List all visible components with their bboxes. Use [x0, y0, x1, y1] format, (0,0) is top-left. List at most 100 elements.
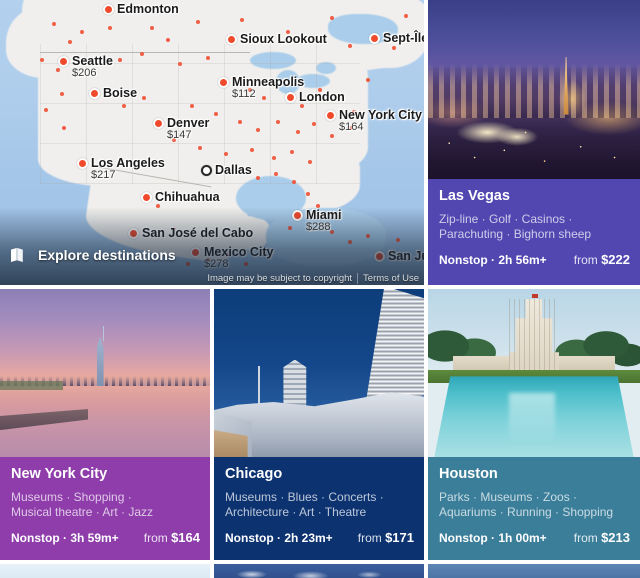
- row-3-partial: [0, 564, 640, 578]
- city-labels: New York City $164: [339, 109, 422, 133]
- city-pin-icon: [89, 88, 100, 99]
- destination-card-chicago[interactable]: Chicago Museums · Blues · Concerts · Arc…: [214, 289, 424, 560]
- map-dot: [366, 234, 370, 238]
- card-price-from-label: from: [573, 531, 598, 545]
- card-tags-line-1: Zip-line · Golf · Casinos ·: [439, 212, 573, 226]
- card-tags: Museums · Shopping · Musical theatre · A…: [11, 490, 200, 520]
- city-pin-icon: [58, 56, 69, 67]
- map-dot: [330, 16, 334, 20]
- city-name: Chihuahua: [155, 190, 220, 204]
- destination-card-new-york-city[interactable]: New York City Museums · Shopping · Music…: [0, 289, 210, 560]
- flight-destination-map[interactable]: Edmonton Sioux Lookout Sept-Île Seattle $206…: [0, 0, 424, 285]
- city-pin-icon: [128, 228, 139, 239]
- map-city-marker[interactable]: London: [285, 91, 345, 103]
- map-city-marker[interactable]: Sioux Lookout: [226, 33, 327, 45]
- card-stops: Nonstop · 1h 00m+: [439, 531, 547, 545]
- destination-card-las-vegas[interactable]: Las Vegas Zip-line · Golf · Casinos · Pa…: [428, 0, 640, 285]
- city-name: Boise: [103, 86, 138, 100]
- map-dot: [256, 176, 260, 180]
- map-origin-marker[interactable]: Dallas: [201, 164, 252, 176]
- explore-destinations-button[interactable]: Explore destinations: [10, 247, 176, 263]
- map-dot: [256, 128, 260, 132]
- map-city-marker[interactable]: Seattle $206: [58, 55, 113, 79]
- card-fare-row: Nonstop · 1h 00m+ from $213: [439, 530, 630, 545]
- city-name: Denver: [167, 116, 210, 130]
- card-tags-line-2: Aquariums · Running · Shopping: [439, 505, 614, 519]
- card-tags-line-2: Architecture · Art · Theatre: [225, 505, 367, 519]
- city-pin-icon: [141, 192, 152, 203]
- city-price: $147: [167, 129, 192, 141]
- map-city-marker[interactable]: Boise: [89, 87, 137, 99]
- map-city-marker[interactable]: Chihuahua: [141, 191, 220, 203]
- city-pin-icon: [153, 118, 164, 129]
- map-city-marker[interactable]: Los Angeles $217: [77, 157, 165, 181]
- city-labels: Seattle $206: [72, 55, 113, 79]
- map-dot: [300, 104, 304, 108]
- card-price-amount: $164: [171, 530, 200, 545]
- card-price: from $164: [144, 530, 200, 545]
- card-price: from $171: [358, 530, 414, 545]
- city-labels: Miami $288: [306, 209, 341, 233]
- map-city-marker[interactable]: Edmonton: [103, 3, 179, 15]
- photo-spire: [102, 325, 105, 342]
- map-dot: [118, 58, 122, 62]
- map-dot: [166, 38, 170, 42]
- card-tags-line-1: Parks · Museums · Zoos ·: [439, 490, 578, 504]
- map-dot: [290, 150, 294, 154]
- map-dot: [272, 156, 276, 160]
- map-dot: [306, 192, 310, 196]
- photo-flag: [531, 294, 538, 299]
- map-city-marker[interactable]: Sept-Île: [369, 32, 424, 44]
- city-price: $217: [91, 169, 116, 181]
- city-pin-icon: [292, 210, 303, 221]
- card-price-amount: $222: [601, 252, 630, 267]
- map-city-marker[interactable]: Mexico City $278: [190, 246, 273, 270]
- map-dot: [348, 44, 352, 48]
- card-photo-las-vegas: [428, 0, 640, 179]
- map-city-marker[interactable]: San José del Cabo: [128, 227, 253, 239]
- map-city-marker[interactable]: Miami $288: [292, 209, 341, 233]
- card-tags-line-2: Parachuting · Bighorn sheep: [439, 227, 592, 241]
- card-caption: Houston Parks · Museums · Zoos · Aquariu…: [428, 457, 640, 554]
- city-name: New York City: [339, 108, 422, 122]
- city-name: Edmonton: [117, 2, 179, 16]
- card-stops: Nonstop · 3h 59m+: [11, 531, 119, 545]
- destination-card-houston[interactable]: Houston Parks · Museums · Zoos · Aquariu…: [428, 289, 640, 560]
- city-pin-icon: [374, 251, 385, 262]
- card-photo-houston: [428, 289, 640, 457]
- terms-of-use-link[interactable]: Terms of Use: [358, 272, 424, 285]
- map-dot: [68, 40, 72, 44]
- map-icon: [10, 247, 27, 263]
- map-credit: Image may be subject to copyright Terms …: [202, 272, 424, 285]
- copyright-notice: Image may be subject to copyright: [207, 273, 353, 284]
- city-labels: Chihuahua: [155, 190, 220, 204]
- map-dot: [62, 126, 66, 130]
- map-city-marker[interactable]: San Ju: [374, 250, 424, 262]
- map-dot: [240, 18, 244, 22]
- city-labels: Los Angeles $217: [91, 157, 165, 181]
- destination-card-partial-3[interactable]: [428, 564, 640, 578]
- card-tags: Museums · Blues · Concerts · Architectur…: [225, 490, 414, 520]
- map-city-marker[interactable]: Denver $147: [153, 117, 209, 141]
- city-labels: Edmonton: [117, 2, 179, 16]
- city-pin-icon: [103, 4, 114, 15]
- destination-card-partial-2[interactable]: [214, 564, 424, 578]
- origin-city-name: Dallas: [215, 163, 252, 177]
- origin-pin-icon: [201, 165, 212, 176]
- map-dot: [214, 112, 218, 116]
- photo-antenna: [258, 366, 260, 407]
- destination-card-partial-1[interactable]: [0, 564, 210, 578]
- map-city-marker[interactable]: New York City $164: [325, 109, 422, 133]
- us-canada-border: [40, 52, 250, 53]
- card-stops: Nonstop · 2h 23m+: [225, 531, 333, 545]
- map-dot: [150, 26, 154, 30]
- city-labels: London: [299, 91, 345, 104]
- city-labels: Sept-Île: [383, 32, 424, 45]
- card-fare-row: Nonstop · 2h 56m+ from $222: [439, 252, 630, 267]
- map-dot: [156, 204, 160, 208]
- city-labels: San José del Cabo: [142, 227, 253, 240]
- card-price-from-label: from: [143, 531, 168, 545]
- photo-lights: [428, 0, 640, 179]
- card-tags: Zip-line · Golf · Casinos · Parachuting …: [439, 212, 630, 242]
- city-pin-icon: [285, 92, 296, 103]
